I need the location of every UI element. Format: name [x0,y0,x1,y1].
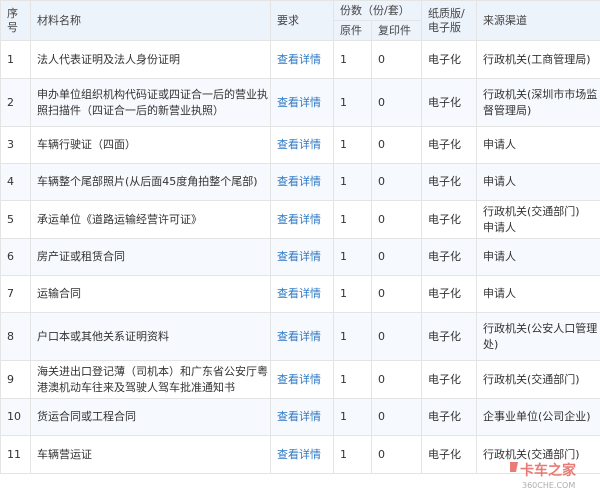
original-count: 1 [333,435,372,474]
svg-text:卡车之家: 卡车之家 [520,462,577,479]
table-row: 1 法人代表证明及法人身份证明 查看详情 1 0 电子化 行政机关(工商管理局) [0,40,600,79]
copy-count: 0 [371,435,422,474]
material-name: 申办单位组织机构代码证或四证合一后的营业执照扫描件（四证合一后的新营业执照） [30,78,271,127]
table-row: 10 货运合同或工程合同 查看详情 1 0 电子化 企事业单位(公司企业) [0,398,600,436]
material-name: 承运单位《道路运输经营许可证》 [30,200,271,239]
table-row: 3 车辆行驶证（四面） 查看详情 1 0 电子化 申请人 [0,126,600,164]
view-details-link[interactable]: 查看详情 [270,435,334,474]
copy-count: 0 [371,275,422,313]
format-value: 电子化 [421,40,477,79]
material-name: 车辆营运证 [30,435,271,474]
table-row: 4 车辆整个尾部照片(从后面45度角拍整个尾部) 查看详情 1 0 电子化 申请人 [0,163,600,201]
row-index: 5 [0,200,31,239]
format-value: 电子化 [421,200,477,239]
view-details-link[interactable]: 查看详情 [270,126,334,164]
header-source: 来源渠道 [476,0,600,41]
copy-count: 0 [371,126,422,164]
row-index: 11 [0,435,31,474]
copy-count: 0 [371,163,422,201]
row-index: 8 [0,312,31,361]
copy-count: 0 [371,78,422,127]
header-copy: 复印件 [371,20,422,41]
format-value: 电子化 [421,312,477,361]
table-row: 7 运输合同 查看详情 1 0 电子化 申请人 [0,275,600,313]
source-channel: 行政机关(交通部门) 申请人 [476,200,600,239]
source-channel: 企事业单位(公司企业) [476,398,600,436]
copy-count: 0 [371,312,422,361]
original-count: 1 [333,398,372,436]
original-count: 1 [333,78,372,127]
view-details-link[interactable]: 查看详情 [270,200,334,239]
source-channel: 行政机关(公安人口管理处) [476,312,600,361]
table-row: 6 房产证或租赁合同 查看详情 1 0 电子化 申请人 [0,238,600,276]
copy-count: 0 [371,360,422,399]
header-material-name: 材料名称 [30,0,271,41]
view-details-link[interactable]: 查看详情 [270,78,334,127]
source-channel: 行政机关(深圳市市场监督管理局) [476,78,600,127]
copy-count: 0 [371,200,422,239]
header-index: 序 号 [0,0,31,41]
source-channel: 申请人 [476,126,600,164]
source-channel: 申请人 [476,275,600,313]
material-name: 房产证或租赁合同 [30,238,271,276]
material-name: 车辆行驶证（四面） [30,126,271,164]
view-details-link[interactable]: 查看详情 [270,163,334,201]
table-row: 9 海关进出口登记薄（司机本）和广东省公安厅粤港澳机动车往来及驾驶人驾车批准通知书… [0,360,600,399]
format-value: 电子化 [421,126,477,164]
copy-count: 0 [371,398,422,436]
row-index: 2 [0,78,31,127]
row-index: 6 [0,238,31,276]
row-index: 10 [0,398,31,436]
row-index: 3 [0,126,31,164]
original-count: 1 [333,200,372,239]
format-value: 电子化 [421,360,477,399]
view-details-link[interactable]: 查看详情 [270,40,334,79]
header-copies: 份数（份/套） [333,0,422,21]
material-name: 户口本或其他关系证明资料 [30,312,271,361]
copy-count: 0 [371,238,422,276]
row-index: 7 [0,275,31,313]
original-count: 1 [333,126,372,164]
material-name: 货运合同或工程合同 [30,398,271,436]
format-value: 电子化 [421,435,477,474]
watermark-logo: 卡车之家 360CHE.COM [510,462,577,490]
source-channel: 行政机关(交通部门) [476,360,600,399]
format-value: 电子化 [421,78,477,127]
original-count: 1 [333,238,372,276]
table-row: 8 户口本或其他关系证明资料 查看详情 1 0 电子化 行政机关(公安人口管理处) [0,312,600,361]
source-channel: 申请人 [476,163,600,201]
view-details-link[interactable]: 查看详情 [270,238,334,276]
copy-count: 0 [371,40,422,79]
original-count: 1 [333,163,372,201]
original-count: 1 [333,40,372,79]
original-count: 1 [333,275,372,313]
table-row: 5 承运单位《道路运输经营许可证》 查看详情 1 0 电子化 行政机关(交通部门) 申请人 [0,200,600,239]
header-format: 纸质版/ 电子版 [421,0,477,41]
material-name: 法人代表证明及法人身份证明 [30,40,271,79]
view-details-link[interactable]: 查看详情 [270,398,334,436]
row-index: 4 [0,163,31,201]
original-count: 1 [333,312,372,361]
source-channel: 行政机关(工商管理局) [476,40,600,79]
format-value: 电子化 [421,238,477,276]
material-name: 海关进出口登记薄（司机本）和广东省公安厅粤港澳机动车往来及驾驶人驾车批准通知书 [30,360,271,399]
original-count: 1 [333,360,372,399]
view-details-link[interactable]: 查看详情 [270,312,334,361]
material-name: 运输合同 [30,275,271,313]
svg-text:360CHE.COM: 360CHE.COM [522,481,575,490]
source-channel: 申请人 [476,238,600,276]
header-original: 原件 [333,20,372,41]
view-details-link[interactable]: 查看详情 [270,360,334,399]
row-index: 1 [0,40,31,79]
table-row: 2 申办单位组织机构代码证或四证合一后的营业执照扫描件（四证合一后的新营业执照）查… [0,78,600,127]
view-details-link[interactable]: 查看详情 [270,275,334,313]
row-index: 9 [0,360,31,399]
header-requirement: 要求 [270,0,334,41]
materials-table: 序 号 材料名称 要求 份数（份/套） 纸质版/ 电子版 来源渠道 原件 复印件… [0,0,600,474]
format-value: 电子化 [421,163,477,201]
format-value: 电子化 [421,275,477,313]
material-name: 车辆整个尾部照片(从后面45度角拍整个尾部) [30,163,271,201]
format-value: 电子化 [421,398,477,436]
